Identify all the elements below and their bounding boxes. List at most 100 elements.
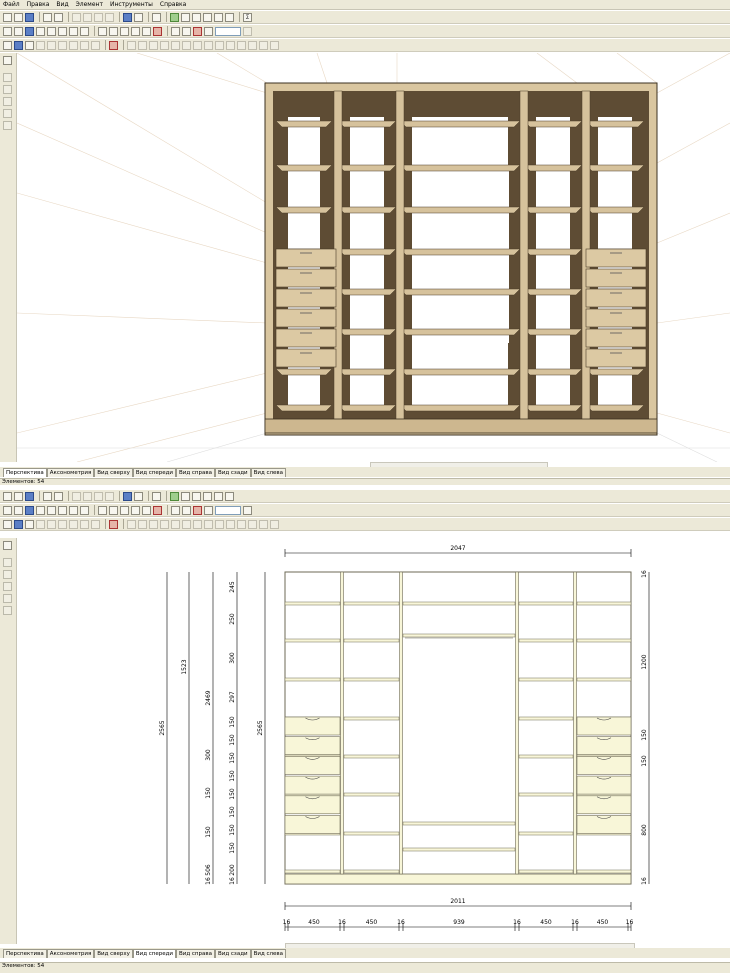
cut-icon[interactable] [72,491,81,501]
print-icon[interactable] [43,12,52,22]
print-icon[interactable] [43,491,52,501]
orbit-icon[interactable] [131,26,140,36]
light-icon[interactable] [120,26,129,36]
tab-perspective[interactable]: Перспектива [3,468,47,477]
wireframe-icon[interactable] [47,26,56,36]
new-file-icon[interactable] [3,12,12,22]
distribute-v-icon[interactable] [182,40,191,50]
tab-axonometry[interactable]: Аксонометрия [46,468,95,477]
menu-tools[interactable]: Инструменты [110,1,153,8]
properties-icon[interactable] [152,12,161,22]
menu-element[interactable]: Элемент [76,1,103,8]
pointer-icon[interactable] [3,541,12,550]
open-file-icon[interactable] [14,12,23,22]
tab-left-view[interactable]: Вид слева [250,949,287,958]
menu-edit[interactable]: Правка [27,1,50,8]
align-icon[interactable] [58,40,67,50]
grid-snap-icon[interactable] [3,40,12,50]
delete-icon[interactable] [105,12,114,22]
paste-icon[interactable] [94,491,103,501]
pan-icon[interactable] [3,73,12,82]
align-right-icon[interactable] [138,519,147,529]
texture-icon[interactable] [80,505,89,515]
copy-move-icon[interactable] [47,40,56,50]
sum-icon[interactable]: Σ [243,12,252,22]
save-icon[interactable] [25,12,34,22]
tab-top-view[interactable]: Вид сверху [94,468,133,477]
shaded-icon[interactable] [69,26,78,36]
zoom-icon[interactable] [204,26,213,36]
globe-icon[interactable] [123,12,132,22]
tab-back-view[interactable]: Вид сзади [215,468,251,477]
align-icon[interactable] [58,519,67,529]
move-icon[interactable] [36,519,45,529]
align-bottom-icon[interactable] [160,519,169,529]
menu-help[interactable]: Справка [160,1,186,8]
pointer-icon[interactable] [3,56,12,65]
select-add-icon[interactable] [25,519,34,529]
add-door-icon[interactable] [214,12,223,22]
center-v-icon[interactable] [204,519,213,529]
properties-icon[interactable] [152,491,161,501]
add-panel-icon[interactable] [170,12,179,22]
zoom-icon[interactable] [204,505,213,515]
menu-view[interactable]: Вид [56,1,68,8]
save-icon[interactable] [25,491,34,501]
tab-back-view[interactable]: Вид сзади [215,949,251,958]
rotate-back-icon[interactable] [182,505,191,515]
add-rod-icon[interactable] [203,12,212,22]
perspective-viewport[interactable] [16,52,730,463]
move-icon[interactable] [36,40,45,50]
rotate-back-icon[interactable] [182,26,191,36]
tab-top-view[interactable]: Вид сверху [94,949,133,958]
add-shelf-icon[interactable] [181,12,190,22]
align-bottom-icon[interactable] [160,40,169,50]
view-3d-icon[interactable] [25,505,34,515]
zoom-extents-icon[interactable] [3,606,12,615]
distribute-h-icon[interactable] [171,519,180,529]
copy-move-icon[interactable] [47,519,56,529]
stop-icon[interactable] [193,26,202,36]
lock-icon[interactable] [270,40,279,50]
texture-icon[interactable] [80,26,89,36]
camera-icon[interactable] [98,26,107,36]
zoom-fit-icon[interactable] [243,26,252,36]
add-back-icon[interactable] [225,491,234,501]
zoom-window-icon[interactable] [3,109,12,118]
tab-front-view[interactable]: Вид спереди [132,468,176,477]
same-width-icon[interactable] [215,40,224,50]
center-h-icon[interactable] [193,40,202,50]
select-add-icon[interactable] [25,40,34,50]
paint-icon[interactable] [109,505,118,515]
print-preview-icon[interactable] [54,12,63,22]
split-icon[interactable] [91,40,100,50]
zoom-in-icon[interactable] [3,85,12,94]
paste-icon[interactable] [94,12,103,22]
open-file-icon[interactable] [14,491,23,501]
view-perspective-icon[interactable] [3,505,12,515]
cut-icon[interactable] [72,12,81,22]
distribute-v-icon[interactable] [182,519,191,529]
same-height-icon[interactable] [226,519,235,529]
measure-icon[interactable] [142,505,151,515]
tab-right-view[interactable]: Вид справа [176,468,215,477]
new-file-icon[interactable] [3,491,12,501]
split-icon[interactable] [91,519,100,529]
copy-icon[interactable] [83,12,92,22]
rotate-element-icon[interactable] [80,40,89,50]
tab-right-view[interactable]: Вид справа [176,949,215,958]
paint-icon[interactable] [109,26,118,36]
grid-snap-icon[interactable] [3,519,12,529]
hidden-lines-icon[interactable] [58,505,67,515]
align-right-icon[interactable] [138,40,147,50]
tab-front-view[interactable]: Вид спереди [132,949,176,958]
grid-icon[interactable] [153,26,162,36]
shaded-icon[interactable] [69,505,78,515]
view-3d-icon[interactable] [25,26,34,36]
align-left-icon[interactable] [127,40,136,50]
remove-icon[interactable] [109,40,118,50]
view-side-icon[interactable] [36,505,45,515]
distribute-h-icon[interactable] [171,40,180,50]
orbit-icon[interactable] [131,505,140,515]
front-view-viewport[interactable]: 2047 2011 16 450 16 450 16 939 16 450 16 450 16 2565 2… [17,538,730,944]
